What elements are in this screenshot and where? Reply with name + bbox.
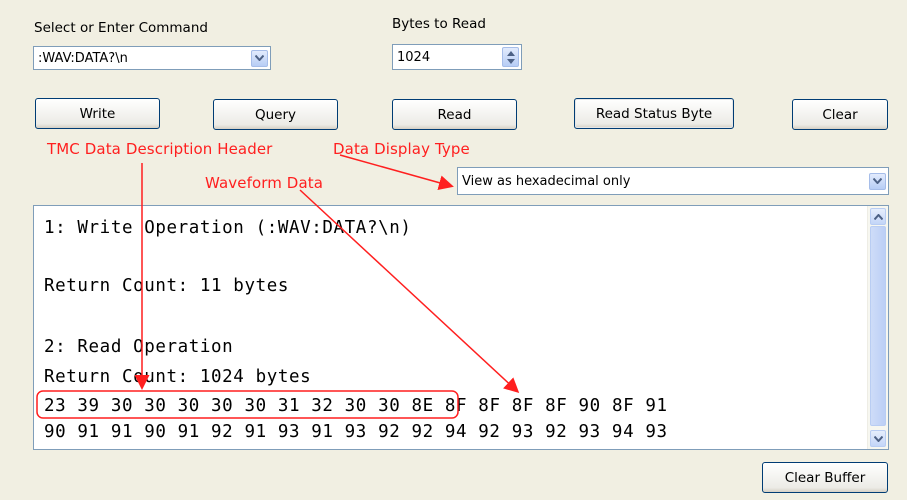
- annotation-overlay: [36, 154, 520, 419]
- arrow-waveform-data: [299, 189, 520, 394]
- arrow-display-type: [339, 154, 454, 190]
- tmc-header-highlight-box: [36, 390, 459, 419]
